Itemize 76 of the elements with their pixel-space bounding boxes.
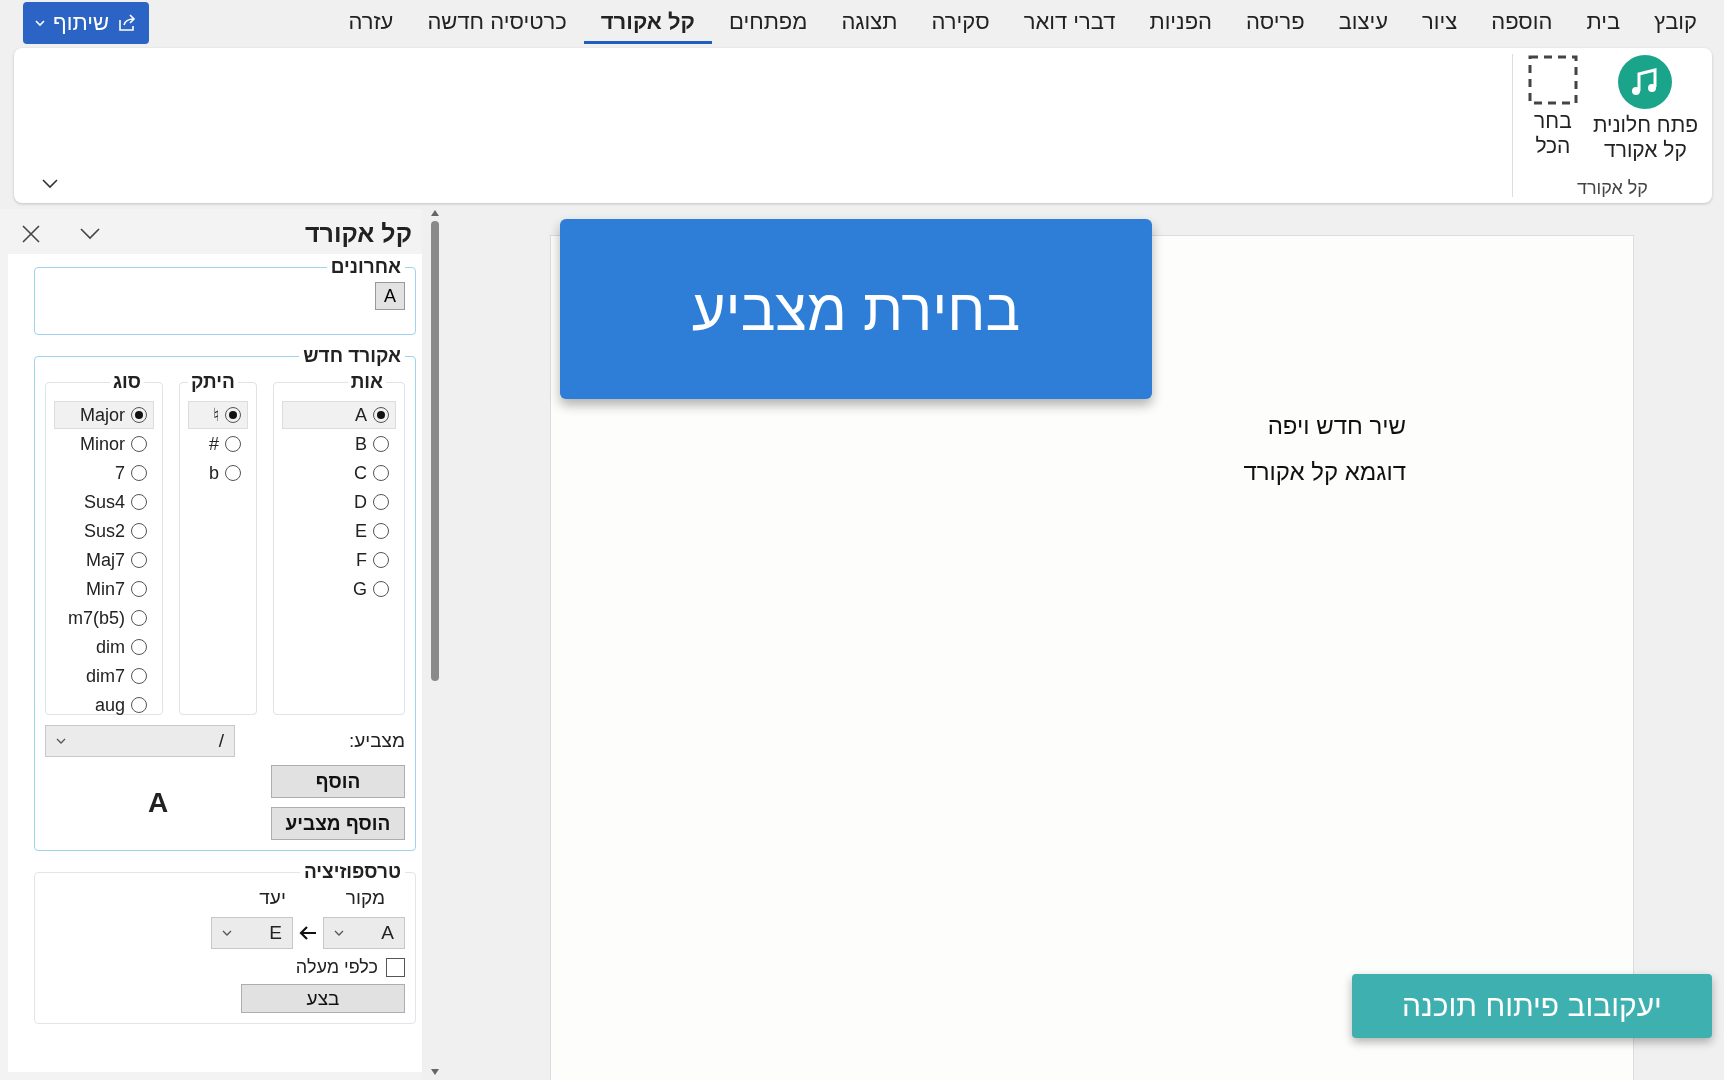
radio-option[interactable]: F <box>282 546 396 574</box>
share-icon <box>116 14 137 32</box>
caret-icon <box>56 737 66 745</box>
scroll-up-icon[interactable] <box>430 209 440 217</box>
document-text: דוגמא קל אקורד <box>1243 458 1406 486</box>
menu-tab[interactable]: סקירה <box>914 2 1007 44</box>
radio-option[interactable]: Sus2 <box>54 517 154 545</box>
add-button[interactable]: הוסף <box>271 765 405 798</box>
field-label: יעד <box>259 887 286 909</box>
add-pointer-button[interactable]: הוסף מצביע <box>271 807 405 840</box>
dashed-square-icon <box>1526 54 1579 106</box>
menu-tab[interactable]: הוספה <box>1474 2 1570 44</box>
pane-title: קל אקורד <box>305 219 412 248</box>
radio-option[interactable]: B <box>282 430 396 458</box>
radio-option[interactable]: # <box>188 430 248 458</box>
menu-tab[interactable]: הפניות <box>1132 2 1229 44</box>
caption-banner: בחירת מצביע <box>560 219 1152 399</box>
caret-icon <box>222 929 232 937</box>
radio-option[interactable]: D <box>282 488 396 516</box>
music-note-icon <box>1617 54 1674 110</box>
menu-tab[interactable]: בית <box>1569 2 1638 44</box>
radio-option[interactable]: A <box>282 401 396 429</box>
chevron-down-icon[interactable] <box>80 227 100 240</box>
brand-label: יעקובוב פיתוח תוכנה <box>1352 974 1712 1038</box>
group-legend: אקורד חדש <box>299 345 405 367</box>
field-label: מקור <box>345 887 385 909</box>
radio-option[interactable]: Min7 <box>54 575 154 603</box>
menu-tab[interactable]: כרטיסיה חדשה <box>410 2 584 44</box>
scroll-down-icon[interactable] <box>430 1068 440 1076</box>
menu-tab[interactable]: דברי דואר <box>1006 2 1133 44</box>
target-dropdown[interactable]: E <box>211 917 293 949</box>
radio-option[interactable]: dim <box>54 633 154 661</box>
radio-option[interactable]: Sus4 <box>54 488 154 516</box>
radio-option[interactable]: b <box>188 459 248 487</box>
radio-option[interactable]: G <box>282 575 396 603</box>
close-icon[interactable] <box>22 224 40 243</box>
chevron-down-icon[interactable] <box>42 179 58 189</box>
apply-button[interactable]: בצע <box>241 984 405 1013</box>
menu-tab[interactable]: עזרה <box>331 2 411 44</box>
radio-option[interactable]: ♮ <box>188 401 248 429</box>
arrow-left-icon <box>299 925 317 941</box>
ribbon-button[interactable]: פתח חלונית קל אקורד <box>1592 54 1698 178</box>
radio-option[interactable]: aug <box>54 691 154 719</box>
menu-tab[interactable]: ציור <box>1405 2 1475 44</box>
menu-tab[interactable]: עיצוב <box>1321 2 1405 44</box>
pointer-dropdown[interactable]: / <box>45 725 235 757</box>
group-legend: היתק <box>188 371 238 393</box>
menu-tab[interactable]: מפתחים <box>711 2 825 44</box>
radio-option[interactable]: E <box>282 517 396 545</box>
radio-option[interactable]: C <box>282 459 396 487</box>
group-legend: סוג <box>109 371 144 393</box>
chord-preview: A <box>147 786 169 819</box>
radio-option[interactable]: Major <box>54 401 154 429</box>
radio-option[interactable]: Maj7 <box>54 546 154 574</box>
menu-tab[interactable]: קובץ <box>1637 2 1714 44</box>
recent-chord-button[interactable]: A <box>375 282 405 310</box>
radio-option[interactable]: dim7 <box>54 662 154 690</box>
group-legend: טרספוזיציה <box>299 861 405 883</box>
checkbox-label: כלפי מעלה <box>295 957 378 978</box>
menu-tab[interactable]: קל אקורד <box>583 2 712 44</box>
document-text: שיר חדש ויפה <box>1267 412 1406 440</box>
checkbox[interactable] <box>386 958 405 977</box>
caret-icon <box>334 929 344 937</box>
group-label: קל אקורד <box>1576 178 1648 199</box>
menu-tab[interactable]: תצוגה <box>824 2 915 44</box>
group-legend: אחרונים <box>326 256 405 278</box>
share-button[interactable]: שיתוף <box>23 2 149 44</box>
radio-option[interactable]: Minor <box>54 430 154 458</box>
source-dropdown[interactable]: A <box>323 917 405 949</box>
menu-tab[interactable]: פריסה <box>1229 2 1322 44</box>
radio-option[interactable]: 7 <box>54 459 154 487</box>
group-legend: אות <box>347 371 386 393</box>
radio-option[interactable]: m7(b5) <box>54 604 154 632</box>
ribbon-button[interactable]: בחר הכל <box>1526 54 1579 178</box>
caret-icon <box>35 19 45 27</box>
field-label: מצביע: <box>348 730 405 752</box>
